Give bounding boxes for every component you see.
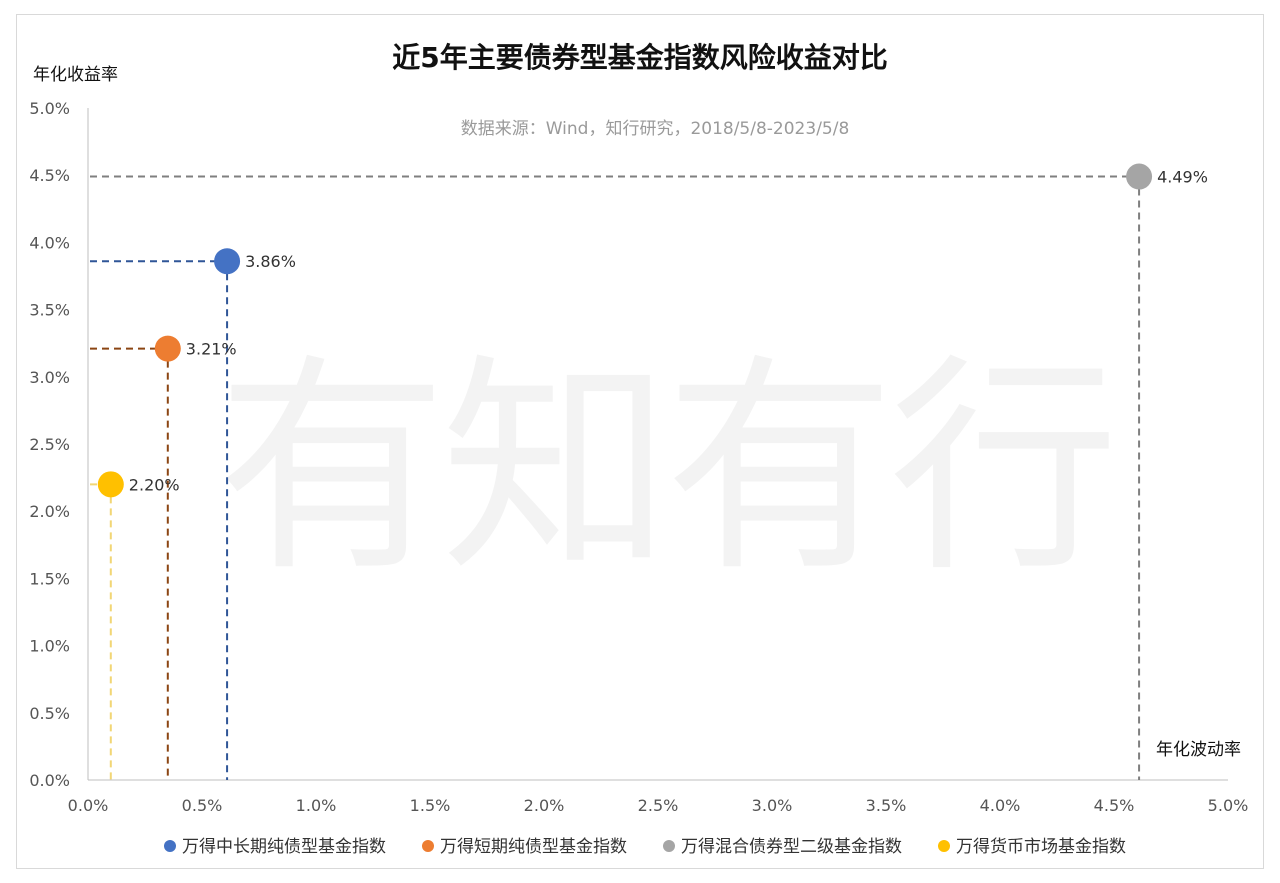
data-label: 2.20% (129, 475, 180, 494)
y-tick-label: 1.5% (29, 569, 70, 588)
data-point (97, 471, 124, 498)
x-tick-label: 3.0% (752, 796, 793, 815)
y-tick-label: 5.0% (29, 99, 70, 118)
y-tick-label: 0.0% (29, 771, 70, 790)
x-tick-label: 2.5% (638, 796, 679, 815)
legend-label: 万得中长期纯债型基金指数 (182, 837, 386, 857)
legend-label: 万得短期纯债型基金指数 (440, 837, 627, 857)
legend-item: 万得短期纯债型基金指数 (422, 832, 627, 857)
data-point (154, 335, 181, 362)
x-tick-label: 0.0% (68, 796, 109, 815)
x-tick-label: 5.0% (1208, 796, 1249, 815)
legend-marker (164, 840, 176, 852)
x-tick-label: 1.5% (410, 796, 451, 815)
x-tick-label: 2.0% (524, 796, 565, 815)
x-tick-label: 1.0% (296, 796, 337, 815)
y-tick-label: 2.0% (29, 502, 70, 521)
data-label: 3.86% (245, 252, 296, 271)
x-tick-label: 3.5% (866, 796, 907, 815)
data-label: 3.21% (186, 340, 237, 359)
x-tick-label: 0.5% (182, 796, 223, 815)
y-tick-label: 0.5% (29, 704, 70, 723)
legend-label: 万得货币市场基金指数 (956, 837, 1126, 857)
y-tick-label: 4.0% (29, 233, 70, 252)
y-tick-label: 4.5% (29, 166, 70, 185)
legend-item: 万得中长期纯债型基金指数 (164, 832, 386, 857)
legend-item: 万得混合债券型二级基金指数 (663, 832, 902, 857)
x-tick-label: 4.0% (980, 796, 1021, 815)
x-tick-label: 4.5% (1094, 796, 1135, 815)
legend-label: 万得混合债券型二级基金指数 (681, 837, 902, 857)
y-tick-label: 3.5% (29, 301, 70, 320)
legend-item: 万得货币市场基金指数 (938, 832, 1126, 857)
data-label: 4.49% (1157, 168, 1208, 187)
legend: 万得中长期纯债型基金指数 万得短期纯债型基金指数 万得混合债券型二级基金指数 万得货币… (0, 832, 1280, 857)
legend-marker (422, 840, 434, 852)
data-point (1126, 163, 1153, 190)
legend-marker (663, 840, 675, 852)
legend-marker (938, 840, 950, 852)
y-tick-label: 1.0% (29, 637, 70, 656)
y-tick-label: 2.5% (29, 435, 70, 454)
data-point (214, 248, 241, 275)
y-tick-label: 3.0% (29, 368, 70, 387)
scatter-chart: 0.0% 0.5% 1.0% 1.5% 2.0% 2.5% 3.0% 3.5% 4.0% 4.5%… (29, 99, 1249, 815)
